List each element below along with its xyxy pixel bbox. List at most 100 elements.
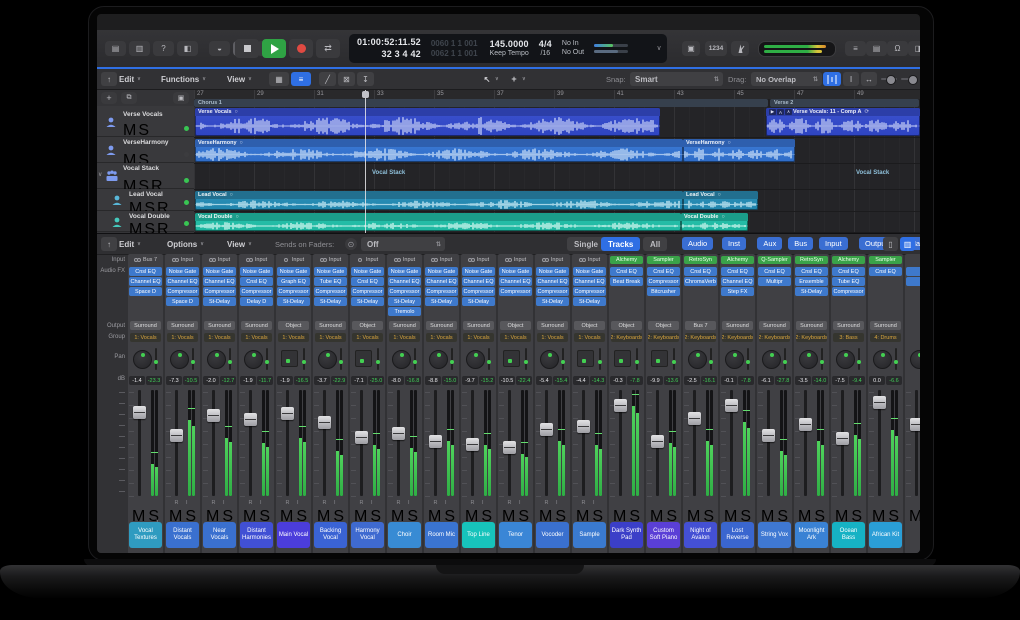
output-slot[interactable]: Surround <box>833 321 864 330</box>
input-slot[interactable]: Input <box>204 256 235 264</box>
fx-plugin-slot[interactable]: St-Delay <box>351 297 384 306</box>
record-button[interactable] <box>289 39 313 58</box>
channel-name-label[interactable]: Distant Harmonies <box>240 522 273 548</box>
pan-height-slider[interactable] <box>488 348 490 370</box>
track-header-vocal-stack[interactable]: ∨Vocal StackMSR <box>97 163 194 189</box>
tracks-menu-edit[interactable]: Edit∨ <box>119 72 141 86</box>
peak-level-value[interactable]: -16.5 <box>294 376 310 385</box>
output-slot[interactable]: Object <box>611 321 642 330</box>
peak-level-value[interactable]: -10.5 <box>183 376 199 385</box>
take-folder-button[interactable]: ▶ <box>769 109 776 115</box>
browsers-button[interactable]: ◨ <box>908 41 920 56</box>
volume-fader[interactable] <box>133 406 146 419</box>
channel-name-label[interactable]: Sample <box>573 522 606 548</box>
fx-plugin-slot[interactable]: Compressor <box>314 287 347 296</box>
fx-plugin-slot[interactable]: Cnsl EQ <box>832 267 865 276</box>
pan-knob[interactable] <box>540 350 559 369</box>
volume-fader[interactable] <box>651 435 664 448</box>
fx-plugin-slot[interactable]: Noise Gate <box>425 267 458 276</box>
fx-plugin-slot[interactable]: ChromaVerb <box>684 277 717 286</box>
group-slot[interactable]: 2: Keyboards <box>722 333 753 342</box>
volume-fader[interactable] <box>873 396 886 409</box>
track-lane[interactable]: VerseHarmony○ VerseHarmony○ <box>194 138 920 164</box>
peak-level-value[interactable]: -12.7 <box>220 376 236 385</box>
channel-strip-room-mic[interactable]: InputNoise GateChannel EQCompressorSt-De… <box>424 254 459 553</box>
volume-fader[interactable] <box>725 399 738 412</box>
fx-plugin-slot[interactable]: Channel EQ <box>388 277 421 286</box>
fx-plugin-slot[interactable]: Ensemble <box>795 277 828 286</box>
object-pan-pad[interactable] <box>651 350 668 367</box>
record-input-buttons[interactable]: R I <box>276 500 311 506</box>
fx-plugin-slot[interactable]: St-Delay <box>795 287 828 296</box>
volume-fader[interactable] <box>799 418 812 431</box>
playhead[interactable] <box>365 90 366 233</box>
pan-height-slider[interactable] <box>747 348 749 370</box>
horizontal-zoom-slider[interactable] <box>901 78 917 80</box>
pan-height-slider[interactable] <box>673 348 675 370</box>
fader-db-value[interactable]: -0.1 <box>721 376 737 385</box>
fx-plugin-slot[interactable]: Graph EQ <box>277 277 310 286</box>
volume-fader[interactable] <box>688 412 701 425</box>
channel-strip-harmony-vocal[interactable]: InputNoise GateCnsl EQCompressorSt-Delay… <box>350 254 385 553</box>
peak-level-value[interactable]: -7.8 <box>627 376 643 385</box>
fader-db-value[interactable]: -10.5 <box>499 376 515 385</box>
marker-lane[interactable]: Chorus 1Verse 2 <box>194 99 920 107</box>
marquee-button[interactable]: Ⅰ <box>843 72 859 86</box>
fx-plugin-slot[interactable]: Cnsl EQ <box>647 267 680 276</box>
peak-level-value[interactable]: -7.8 <box>738 376 754 385</box>
record-input-buttons[interactable]: R I <box>498 500 533 506</box>
fader-db-value[interactable]: -6.1 <box>758 376 774 385</box>
audio-region[interactable]: Lead Vocal○ <box>195 191 683 210</box>
input-slot[interactable]: Input <box>352 256 383 264</box>
fx-plugin-slot[interactable]: Compressor <box>647 277 680 286</box>
volume-fader[interactable] <box>577 420 590 433</box>
volume-fader[interactable] <box>207 409 220 422</box>
mixer-menu-view[interactable]: View∨ <box>227 237 252 251</box>
fx-plugin-slot[interactable]: Space D <box>129 287 162 296</box>
track-header-config-button[interactable]: ▣ <box>173 92 189 104</box>
pan-height-slider[interactable] <box>784 348 786 370</box>
fx-plugin-slot[interactable]: Compressor <box>499 287 532 296</box>
list-view-button[interactable]: ≡ <box>291 72 311 86</box>
record-input-buttons[interactable]: R I <box>239 500 274 506</box>
channel-mute-button[interactable]: M <box>909 508 920 526</box>
fx-plugin-slot[interactable]: Compressor <box>351 287 384 296</box>
channel-strip-dark-synth-pad[interactable]: AlchemyCnsl EQBeat BreakObject2: Keyboar… <box>609 254 644 553</box>
volume-fader[interactable] <box>318 416 331 429</box>
snap-menu[interactable]: Smart⇅ <box>630 72 723 86</box>
channel-strip-lost-reverse[interactable]: AlchemyCnsl EQChannel EQStep FXSurround2… <box>720 254 755 553</box>
channel-strip-vocoder[interactable]: InputNoise GateChannel EQCompressorSt-De… <box>535 254 570 553</box>
peak-level-value[interactable]: -14.3 <box>590 376 606 385</box>
instrument-slot[interactable]: RetroSyn <box>795 256 828 264</box>
apple-loops-button[interactable]: Ω <box>887 41 908 56</box>
fader-db-value[interactable]: 0.0 <box>869 376 885 385</box>
object-pan-pad[interactable] <box>355 350 372 367</box>
output-slot[interactable]: Surround <box>241 321 272 330</box>
peak-level-value[interactable]: -16.1 <box>701 376 717 385</box>
record-input-buttons[interactable]: R I <box>202 500 237 506</box>
track-header-verse-vocals[interactable]: Verse VocalsMS <box>97 106 194 137</box>
object-pan-pad[interactable] <box>281 350 298 367</box>
input-slot[interactable]: Input <box>389 256 420 264</box>
fx-plugin-slot[interactable]: Noise Gate <box>314 267 347 276</box>
fader-db-value[interactable]: -3.7 <box>314 376 330 385</box>
note-pads-button[interactable]: ▤ <box>866 41 887 56</box>
tracks-menu-view[interactable]: View∨ <box>227 72 252 86</box>
channel-strip-distant-harmonies[interactable]: InputNoise GateCnsl EQCompressorDelay DS… <box>239 254 274 553</box>
cycle-button[interactable]: ⇄ <box>316 39 340 58</box>
fx-plugin-slot[interactable]: Cnsl EQ <box>758 267 791 276</box>
pan-height-slider[interactable] <box>303 348 305 370</box>
channel-name-label[interactable]: Vocal Textures <box>129 522 162 548</box>
pan-knob[interactable] <box>688 350 707 369</box>
channel-strip-distant-vocals[interactable]: InputNoise GateChannel EQCompressorSpace… <box>165 254 200 553</box>
fx-plugin-slot[interactable]: Cnsl EQ <box>351 277 384 286</box>
drag-menu[interactable]: No Overlap⇅ <box>751 72 822 86</box>
fader-db-value[interactable]: -4.4 <box>573 376 589 385</box>
sends-power-button[interactable]: ⊙ <box>345 238 357 250</box>
strip-view-single-button[interactable]: ▯ <box>883 237 898 251</box>
group-slot[interactable]: 1: Vocals <box>426 333 457 342</box>
playhead-handle[interactable] <box>362 91 369 98</box>
pan-height-slider[interactable] <box>636 348 638 370</box>
pan-knob[interactable] <box>429 350 448 369</box>
automation-button[interactable]: ╱ <box>319 72 336 86</box>
